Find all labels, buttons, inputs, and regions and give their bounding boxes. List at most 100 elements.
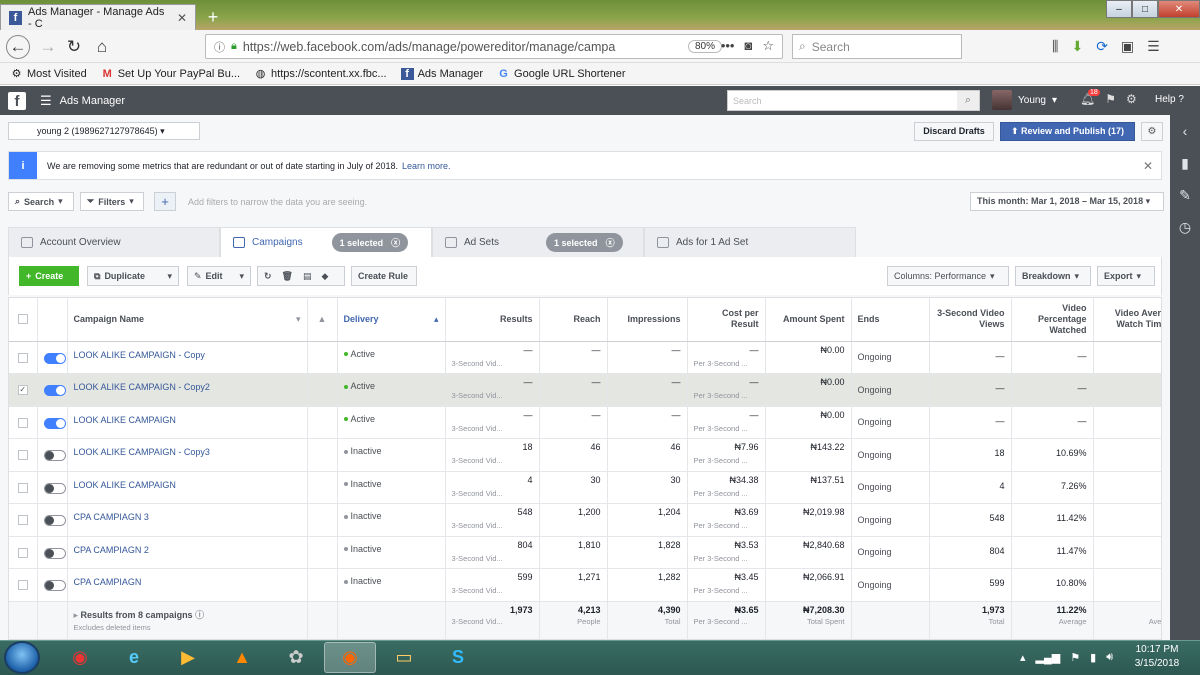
- row-checkbox[interactable]: [17, 580, 28, 590]
- bookmark-item[interactable]: ⚙ Most Visited: [10, 67, 87, 80]
- campaign-toggle[interactable]: [43, 547, 66, 559]
- signal-icon[interactable]: ▂▄▆: [1036, 651, 1061, 664]
- user-menu[interactable]: Young ▾: [992, 90, 1057, 110]
- col-amount-spent[interactable]: Amount Spent: [765, 298, 852, 342]
- row-checkbox[interactable]: [17, 515, 28, 525]
- menu-icon[interactable]: ☰: [1147, 38, 1160, 55]
- preview-icon[interactable]: ▤: [303, 271, 312, 282]
- col-video-avg[interactable]: Video Average Watch Time ⊕: [1093, 298, 1161, 342]
- campaign-toggle[interactable]: [43, 352, 66, 364]
- campaign-name-link[interactable]: LOOK ALIKE CAMPAIGN: [74, 480, 176, 490]
- filters-button[interactable]: ⏷ Filters ▾: [80, 192, 144, 211]
- campaign-name-link[interactable]: CPA CAMPIAGN: [74, 577, 142, 587]
- help-link[interactable]: Help ?: [1155, 94, 1184, 105]
- breakdown-dropdown[interactable]: Breakdown ▾: [1015, 266, 1091, 286]
- campaign-name-link[interactable]: CPA CAMPIAGN 2: [74, 545, 149, 555]
- date-range-picker[interactable]: This month: Mar 1, 2018 – Mar 15, 2018 ▾: [970, 192, 1164, 211]
- col-campaign-name[interactable]: Campaign Name ▾: [67, 298, 308, 342]
- clear-selection-icon[interactable]: ⓧ: [606, 236, 615, 249]
- table-row[interactable]: LOOK ALIKE CAMPAIGN Active — 3-Second Vid..…: [9, 406, 1161, 439]
- campaign-name-link[interactable]: LOOK ALIKE CAMPAIGN - Copy3: [74, 447, 210, 457]
- volume-icon[interactable]: 🔊︎: [1106, 651, 1113, 664]
- tab-account-overview[interactable]: Account Overview: [8, 227, 220, 257]
- bookmark-item[interactable]: G Google URL Shortener: [497, 68, 625, 80]
- campaign-name-link[interactable]: CPA CAMPIAGN 3: [74, 512, 149, 522]
- discard-drafts-button[interactable]: Discard Drafts: [914, 122, 994, 141]
- campaign-name-link[interactable]: LOOK ALIKE CAMPAIGN - Copy2: [74, 382, 210, 392]
- table-row[interactable]: ✓ LOOK ALIKE CAMPAIGN - Copy2 Active — 3-Sec…: [9, 373, 1161, 407]
- chart-icon[interactable]: ▮: [1170, 147, 1200, 179]
- bookmark-item[interactable]: f Ads Manager: [400, 67, 483, 80]
- fb-search-input[interactable]: Search ⌕: [727, 90, 980, 111]
- flag-icon[interactable]: ⚑: [1105, 92, 1116, 106]
- minimize-button[interactable]: ‒: [1106, 0, 1132, 18]
- zoom-level[interactable]: 80%: [687, 40, 722, 53]
- review-publish-button[interactable]: ⬆ Review and Publish (17): [1000, 122, 1135, 141]
- system-clock[interactable]: 10:17 PM 3/15/2018: [1122, 643, 1192, 671]
- info-icon[interactable]: ⓘ: [195, 610, 204, 620]
- row-checkbox[interactable]: [17, 450, 28, 460]
- pencil-icon[interactable]: ✎: [1170, 179, 1200, 211]
- start-button[interactable]: [4, 641, 40, 674]
- browser-tab[interactable]: f Ads Manager - Manage Ads - C ✕: [0, 4, 196, 30]
- table-row[interactable]: CPA CAMPIAGN 3 Inactive 548 3-Second Vid...…: [9, 503, 1161, 537]
- col-video-views[interactable]: 3-Second Video Views: [929, 298, 1012, 342]
- trash-icon[interactable]: 🗑︎: [282, 271, 293, 282]
- flag-icon[interactable]: ⚑: [1070, 651, 1080, 664]
- tab-campaigns[interactable]: Campaigns 1 selected ⓧ: [220, 227, 432, 257]
- row-checkbox[interactable]: [17, 482, 28, 493]
- hamburger-menu-icon[interactable]: ☰: [40, 93, 52, 109]
- table-row[interactable]: LOOK ALIKE CAMPAIGN Inactive 4 3-Second Vid…: [9, 471, 1161, 504]
- more-icon[interactable]: •••: [721, 38, 735, 54]
- tab-ads[interactable]: Ads for 1 Ad Set: [644, 227, 856, 257]
- clock-icon[interactable]: ◷: [1170, 211, 1200, 243]
- vlc-icon[interactable]: ▲: [216, 642, 268, 673]
- campaign-toggle[interactable]: [43, 417, 66, 429]
- tab-ad-sets[interactable]: Ad Sets 1 selected ⓧ: [432, 227, 644, 257]
- table-row[interactable]: CPA CAMPIAGN 2 Inactive 804 3-Second Vid...…: [9, 536, 1161, 569]
- col-impressions[interactable]: Impressions: [607, 298, 688, 342]
- library-icon[interactable]: ⫼: [1052, 38, 1058, 55]
- url-text[interactable]: https://web.facebook.com/ads/manage/powe…: [243, 40, 682, 54]
- skype-icon[interactable]: S: [432, 642, 484, 673]
- media-player-icon[interactable]: ▶: [162, 642, 214, 673]
- close-window-button[interactable]: ✕: [1158, 0, 1200, 18]
- chrome-icon[interactable]: ◉: [54, 642, 106, 673]
- chevron-down-icon[interactable]: ▾: [167, 271, 172, 282]
- bookmark-item[interactable]: ◍ https://scontent.xx.fbc...: [254, 67, 387, 80]
- search-filter-button[interactable]: ⌕ Search ▾: [8, 192, 74, 211]
- col-video-pct[interactable]: Video Percentage Watched: [1011, 298, 1094, 342]
- campaign-toggle[interactable]: [43, 450, 66, 461]
- bookmark-item[interactable]: M Set Up Your PayPal Bu...: [101, 68, 240, 80]
- download-icon[interactable]: ⬇: [1071, 38, 1083, 55]
- warning-icon[interactable]: ▲: [307, 298, 338, 342]
- collapse-icon[interactable]: ‹: [1170, 115, 1200, 147]
- browser-search-input[interactable]: ⌕ Search: [792, 34, 962, 59]
- col-results[interactable]: Results: [445, 298, 540, 342]
- select-all-checkbox[interactable]: [17, 314, 28, 325]
- refresh-icon[interactable]: ↻: [264, 271, 272, 282]
- edit-button[interactable]: ✎ Edit ▾: [187, 266, 251, 286]
- pocket-icon[interactable]: ◙: [744, 38, 752, 54]
- columns-dropdown[interactable]: Columns: Performance ▾: [887, 266, 1009, 286]
- col-reach[interactable]: Reach: [539, 298, 608, 342]
- internet-explorer-icon[interactable]: e: [108, 642, 160, 673]
- clear-selection-icon[interactable]: ⓧ: [391, 236, 400, 249]
- col-cost-per-result[interactable]: Cost per Result: [687, 298, 766, 342]
- row-checkbox[interactable]: [17, 352, 28, 363]
- chevron-down-icon[interactable]: ▾: [239, 271, 244, 282]
- url-bar[interactable]: ⓘ 🔒︎ https://web.facebook.com/ads/manage…: [205, 34, 783, 59]
- search-icon[interactable]: ⌕: [957, 91, 979, 110]
- close-icon[interactable]: ✕: [1143, 159, 1153, 173]
- add-filter-button[interactable]: +: [154, 192, 176, 211]
- table-row[interactable]: LOOK ALIKE CAMPAIGN - Copy Active — 3-Secon…: [9, 341, 1161, 374]
- campaign-toggle[interactable]: [43, 385, 66, 396]
- row-checkbox[interactable]: [17, 547, 28, 558]
- maximize-button[interactable]: □: [1132, 0, 1158, 18]
- table-row[interactable]: LOOK ALIKE CAMPAIGN - Copy3 Inactive 18 3-S…: [9, 438, 1161, 472]
- new-tab-button[interactable]: +: [202, 6, 224, 28]
- tray-expand-icon[interactable]: ▴: [1020, 651, 1026, 664]
- campaign-toggle[interactable]: [43, 482, 66, 494]
- forward-button[interactable]: →: [36, 35, 60, 59]
- learn-more-link[interactable]: Learn more.: [402, 161, 451, 171]
